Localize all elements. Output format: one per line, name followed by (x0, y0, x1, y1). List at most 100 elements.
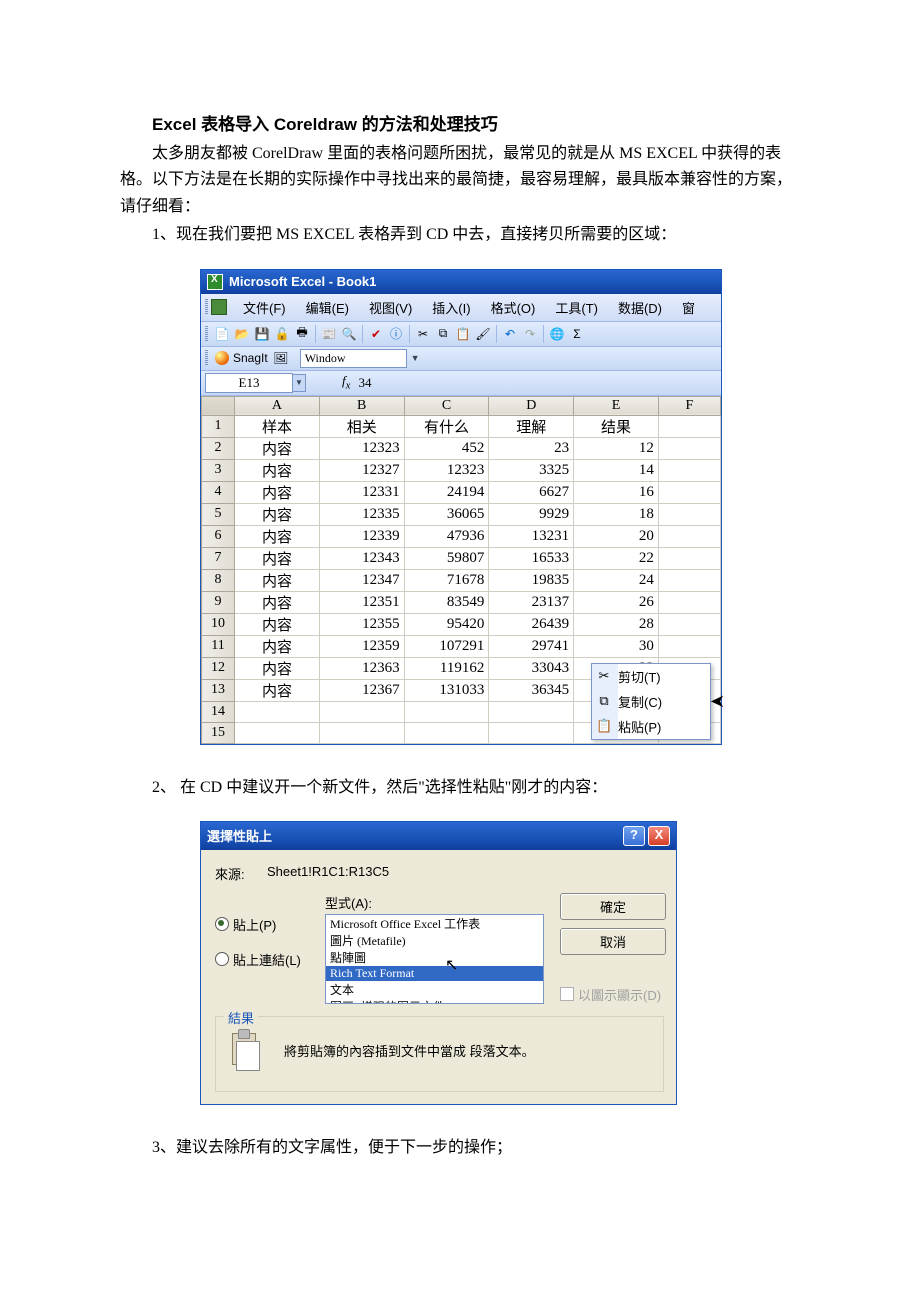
list-item[interactable]: Microsoft Office Excel 工作表 (326, 915, 543, 932)
menu-view[interactable]: 视图(V) (359, 296, 422, 319)
print-icon[interactable]: 🖶 (293, 325, 311, 343)
new-icon[interactable]: 📄 (213, 325, 231, 343)
ctx-cut[interactable]: ✂ 剪切(T) (592, 664, 710, 689)
menu-window[interactable]: 窗 (672, 296, 705, 319)
cell[interactable]: 相关 (319, 415, 404, 437)
cell[interactable]: 26439 (489, 613, 574, 635)
cell[interactable] (658, 569, 720, 591)
open-icon[interactable]: 📂 (233, 325, 251, 343)
row-header[interactable]: 2 (202, 437, 235, 459)
cell[interactable]: 内容 (235, 569, 320, 591)
cell[interactable]: 16 (574, 481, 659, 503)
cell[interactable] (658, 613, 720, 635)
close-button[interactable]: X (648, 826, 670, 846)
cell[interactable]: 107291 (404, 635, 489, 657)
cell[interactable] (658, 525, 720, 547)
row-header[interactable]: 9 (202, 591, 235, 613)
cell[interactable]: 结果 (574, 415, 659, 437)
cell[interactable]: 36345 (489, 679, 574, 701)
snagit-mode-select[interactable]: Window (300, 349, 407, 368)
cell[interactable]: 12343 (319, 547, 404, 569)
cell[interactable] (404, 701, 489, 722)
cell[interactable]: 24 (574, 569, 659, 591)
cell[interactable]: 内容 (235, 635, 320, 657)
cell[interactable] (235, 722, 320, 743)
cell[interactable]: 内容 (235, 481, 320, 503)
row-header[interactable]: 13 (202, 679, 235, 701)
ctx-paste[interactable]: 📋 粘贴(P) (592, 714, 710, 739)
cell[interactable]: 59807 (404, 547, 489, 569)
table-row[interactable]: 1样本相关有什么理解结果 (202, 415, 721, 437)
menu-tools[interactable]: 工具(T) (545, 296, 608, 319)
formula-value[interactable]: 34 (358, 375, 371, 391)
list-item[interactable]: 點陣圖 (326, 949, 543, 966)
cell[interactable]: 26 (574, 591, 659, 613)
cell[interactable]: 12323 (404, 459, 489, 481)
undo-icon[interactable]: ↶ (501, 325, 519, 343)
cell[interactable]: 内容 (235, 503, 320, 525)
table-row[interactable]: 6内容12339479361323120 (202, 525, 721, 547)
row-header[interactable]: 10 (202, 613, 235, 635)
cell[interactable]: 36065 (404, 503, 489, 525)
table-row[interactable]: 11内容123591072912974130 (202, 635, 721, 657)
cell[interactable]: 452 (404, 437, 489, 459)
cell[interactable]: 23 (489, 437, 574, 459)
col-header-A[interactable]: A (235, 396, 320, 415)
row-header[interactable]: 11 (202, 635, 235, 657)
table-row[interactable]: 5内容1233536065992918 (202, 503, 721, 525)
ok-button[interactable]: 確定 (560, 893, 666, 920)
cell[interactable]: 12 (574, 437, 659, 459)
cell[interactable]: 3325 (489, 459, 574, 481)
cell[interactable]: 19835 (489, 569, 574, 591)
table-row[interactable]: 2内容123234522312 (202, 437, 721, 459)
menu-data[interactable]: 数据(D) (608, 296, 672, 319)
copy-icon[interactable]: ⧉ (434, 325, 452, 343)
cell[interactable]: 内容 (235, 613, 320, 635)
cell[interactable] (658, 437, 720, 459)
cell[interactable]: 9929 (489, 503, 574, 525)
menu-file[interactable]: 文件(F) (233, 296, 296, 319)
cell[interactable]: 119162 (404, 657, 489, 679)
paste-icon[interactable]: 📋 (454, 325, 472, 343)
cell[interactable] (489, 722, 574, 743)
find-icon[interactable]: 🔍 (340, 325, 358, 343)
cell[interactable] (658, 415, 720, 437)
cell[interactable]: 30 (574, 635, 659, 657)
paste-radio[interactable]: 貼上(P) (215, 915, 325, 934)
cut-icon[interactable]: ✂ (414, 325, 432, 343)
spell-icon[interactable]: ✔ (367, 325, 385, 343)
cell[interactable]: 18 (574, 503, 659, 525)
paste-link-radio[interactable]: 貼上連結(L) (215, 950, 325, 969)
cell[interactable]: 内容 (235, 525, 320, 547)
row-header[interactable]: 6 (202, 525, 235, 547)
print-preview-icon[interactable]: 📰 (320, 325, 338, 343)
sum-icon[interactable]: Σ (568, 325, 586, 343)
cell[interactable]: 20 (574, 525, 659, 547)
snagit-capture-icon[interactable]: 🖼 (272, 349, 290, 367)
table-row[interactable]: 8内容12347716781983524 (202, 569, 721, 591)
cell[interactable]: 12359 (319, 635, 404, 657)
cell[interactable]: 71678 (404, 569, 489, 591)
row-header[interactable]: 7 (202, 547, 235, 569)
menu-edit[interactable]: 编辑(E) (296, 296, 359, 319)
cell[interactable] (319, 722, 404, 743)
cell[interactable]: 内容 (235, 547, 320, 569)
cell[interactable]: 12335 (319, 503, 404, 525)
col-header-C[interactable]: C (404, 396, 489, 415)
cell[interactable]: 29741 (489, 635, 574, 657)
cell[interactable]: 47936 (404, 525, 489, 547)
row-header[interactable]: 4 (202, 481, 235, 503)
namebox-dropdown-icon[interactable]: ▼ (292, 374, 306, 392)
col-header-B[interactable]: B (319, 396, 404, 415)
cell[interactable]: 83549 (404, 591, 489, 613)
cell[interactable]: 12355 (319, 613, 404, 635)
table-row[interactable]: 9内容12351835492313726 (202, 591, 721, 613)
cell[interactable]: 13231 (489, 525, 574, 547)
menu-insert[interactable]: 插入(I) (422, 296, 480, 319)
ctx-copy[interactable]: ⧉ 复制(C) (592, 689, 710, 714)
row-header[interactable]: 15 (202, 722, 235, 743)
format-painter-icon[interactable]: 🖌 (474, 325, 492, 343)
cell[interactable] (658, 481, 720, 503)
list-item[interactable]: 圖片 (Metafile) (326, 932, 543, 949)
row-header[interactable]: 12 (202, 657, 235, 679)
